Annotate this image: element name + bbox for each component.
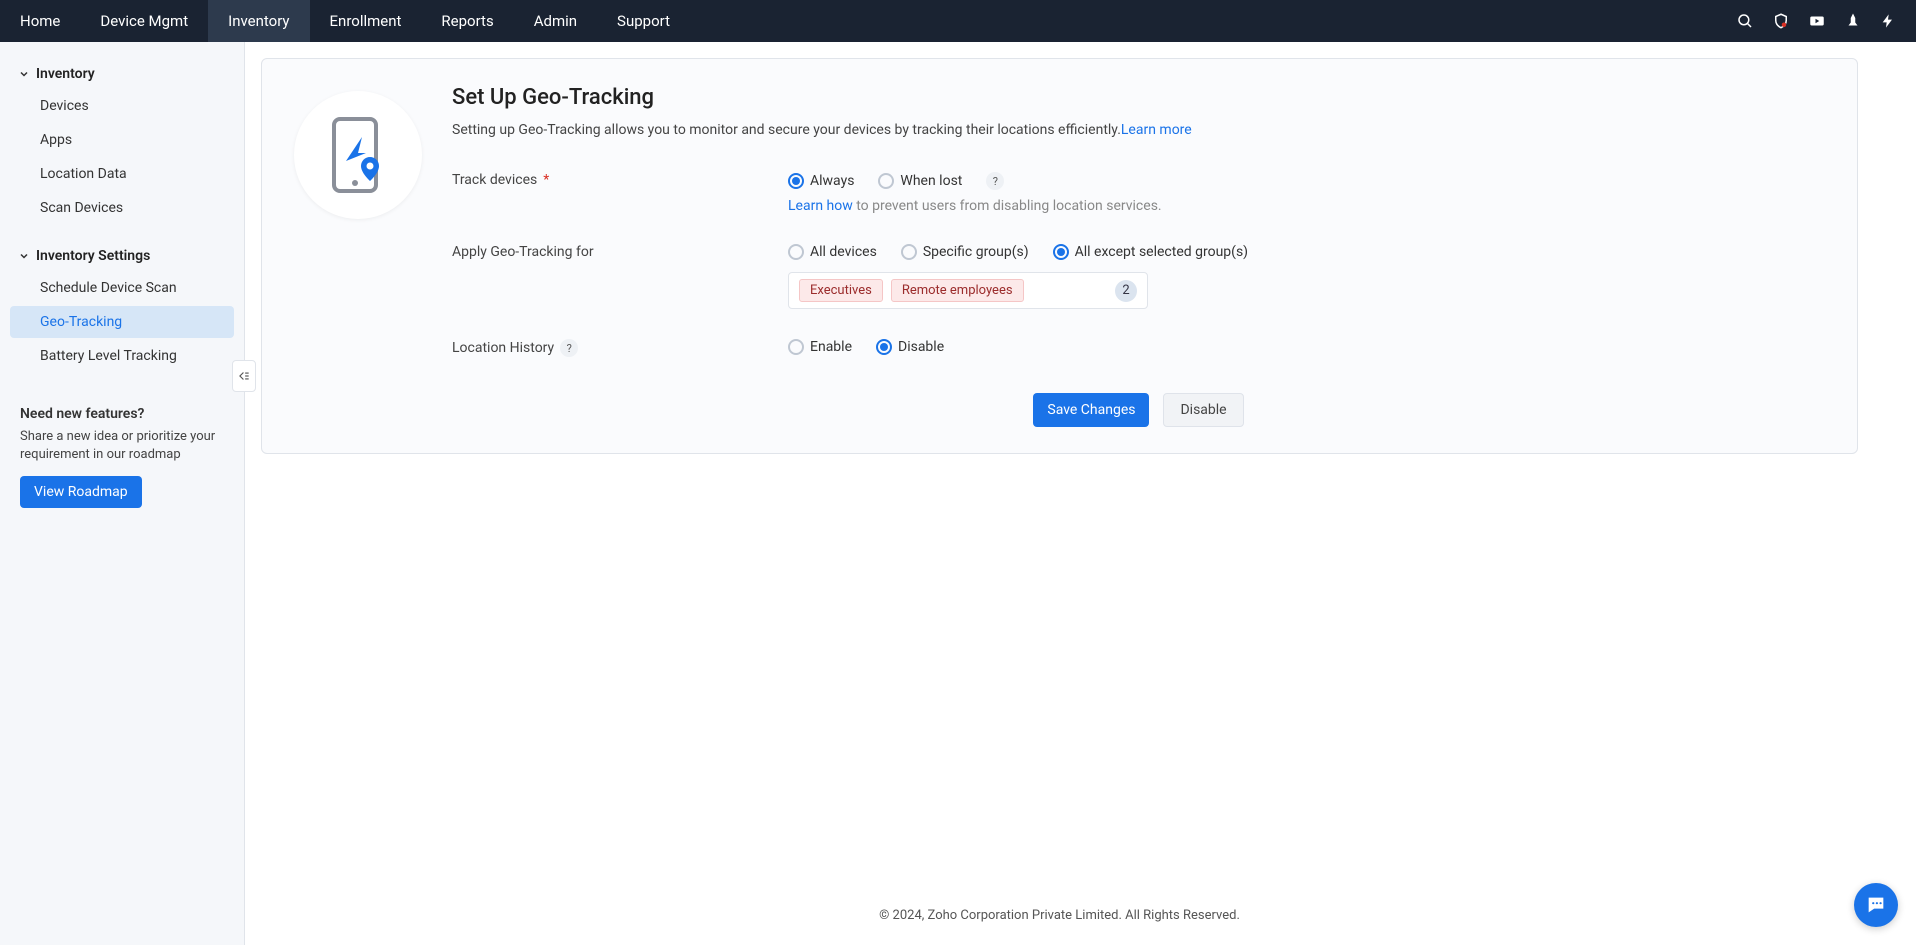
promo-heading: Need new features? <box>20 406 224 422</box>
sidebar-item-battery-tracking[interactable]: Battery Level Tracking <box>10 340 234 372</box>
top-nav-left: Home Device Mgmt Inventory Enrollment Re… <box>0 0 690 42</box>
chip-count: 2 <box>1115 280 1137 302</box>
nav-enrollment[interactable]: Enrollment <box>310 0 422 42</box>
nav-support[interactable]: Support <box>597 0 690 42</box>
top-nav-right <box>1736 12 1896 30</box>
row-location-history: Location History ? Enable Disable <box>452 339 1825 363</box>
sidebar-item-location-data[interactable]: Location Data <box>10 158 234 190</box>
radio-history-enable[interactable]: Enable <box>788 339 852 355</box>
top-nav: Home Device Mgmt Inventory Enrollment Re… <box>0 0 1916 42</box>
chevron-down-icon <box>18 250 30 262</box>
sidebar-section-inventory-settings[interactable]: Inventory Settings <box>0 242 244 270</box>
sidebar: Inventory Devices Apps Location Data Sca… <box>0 42 245 945</box>
shield-icon[interactable] <box>1772 12 1790 30</box>
promo-text: Share a new idea or prioritize your requ… <box>20 428 224 464</box>
sidebar-item-schedule-scan[interactable]: Schedule Device Scan <box>10 272 234 304</box>
chip-executives[interactable]: Executives <box>799 279 883 302</box>
sidebar-promo: Need new features? Share a new idea or p… <box>0 390 244 524</box>
row-apply-for: Apply Geo-Tracking for All devices Speci… <box>452 244 1825 309</box>
chevron-down-icon <box>18 68 30 80</box>
radio-label: Enable <box>810 339 852 355</box>
nav-reports[interactable]: Reports <box>421 0 513 42</box>
nav-home[interactable]: Home <box>0 0 80 42</box>
row-track-devices: Track devices * Always When lost ? Learn… <box>452 172 1825 214</box>
footer-copyright: © 2024, Zoho Corporation Private Limited… <box>261 888 1858 929</box>
sidebar-section-title: Inventory Settings <box>36 248 150 264</box>
radio-specific-groups[interactable]: Specific group(s) <box>901 244 1029 260</box>
help-location-history[interactable]: ? <box>560 339 578 357</box>
nav-admin[interactable]: Admin <box>514 0 597 42</box>
radio-label: All except selected group(s) <box>1075 244 1248 260</box>
required-asterisk: * <box>543 172 549 188</box>
radio-all-except-groups[interactable]: All except selected group(s) <box>1053 244 1248 260</box>
sidebar-item-scan-devices[interactable]: Scan Devices <box>10 192 234 224</box>
chat-fab[interactable] <box>1854 883 1898 927</box>
chip-remote-employees[interactable]: Remote employees <box>891 279 1024 302</box>
hero-device-location-icon <box>294 91 422 219</box>
learn-how-link[interactable]: Learn how <box>788 198 853 214</box>
radio-label: When lost <box>900 173 962 189</box>
save-changes-button[interactable]: Save Changes <box>1033 393 1149 427</box>
apply-for-label: Apply Geo-Tracking for <box>452 244 594 260</box>
sidebar-item-geo-tracking[interactable]: Geo-Tracking <box>10 306 234 338</box>
view-roadmap-button[interactable]: View Roadmap <box>20 476 142 508</box>
sidebar-collapse-toggle[interactable] <box>232 360 256 392</box>
bolt-icon[interactable] <box>1880 12 1896 30</box>
radio-track-always[interactable]: Always <box>788 173 854 189</box>
radio-label: All devices <box>810 244 877 260</box>
radio-history-disable[interactable]: Disable <box>876 339 944 355</box>
sidebar-section-inventory[interactable]: Inventory <box>0 60 244 88</box>
video-icon[interactable] <box>1808 12 1826 30</box>
learn-more-link[interactable]: Learn more <box>1121 122 1192 138</box>
nav-device-mgmt[interactable]: Device Mgmt <box>80 0 208 42</box>
page-title: Set Up Geo-Tracking <box>452 85 1825 110</box>
page-description: Setting up Geo-Tracking allows you to mo… <box>452 122 1825 138</box>
sidebar-item-devices[interactable]: Devices <box>10 90 234 122</box>
sidebar-section-title: Inventory <box>36 66 95 82</box>
search-icon[interactable] <box>1736 12 1754 30</box>
radio-label: Always <box>810 173 854 189</box>
location-history-label: Location History <box>452 340 554 356</box>
action-buttons: Save Changes Disable <box>452 393 1825 427</box>
collapse-icon <box>237 369 251 383</box>
sidebar-item-apps[interactable]: Apps <box>10 124 234 156</box>
help-track-devices[interactable]: ? <box>986 172 1004 190</box>
hint-text: to prevent users from disabling location… <box>853 198 1162 214</box>
radio-label: Specific group(s) <box>923 244 1029 260</box>
geo-tracking-card: Set Up Geo-Tracking Setting up Geo-Track… <box>261 58 1858 454</box>
radio-label: Disable <box>898 339 944 355</box>
track-devices-label: Track devices <box>452 172 537 188</box>
disable-button[interactable]: Disable <box>1163 393 1243 427</box>
page-desc-text: Setting up Geo-Tracking allows you to mo… <box>452 122 1121 138</box>
group-multiselect[interactable]: Executives Remote employees 2 <box>788 272 1148 309</box>
nav-inventory[interactable]: Inventory <box>208 0 309 42</box>
radio-all-devices[interactable]: All devices <box>788 244 877 260</box>
track-devices-hint: Learn how to prevent users from disablin… <box>788 198 1825 214</box>
notification-icon[interactable] <box>1844 12 1862 30</box>
main-content: Set Up Geo-Tracking Setting up Geo-Track… <box>245 42 1916 945</box>
radio-track-when-lost[interactable]: When lost <box>878 173 962 189</box>
chat-icon <box>1865 894 1887 916</box>
